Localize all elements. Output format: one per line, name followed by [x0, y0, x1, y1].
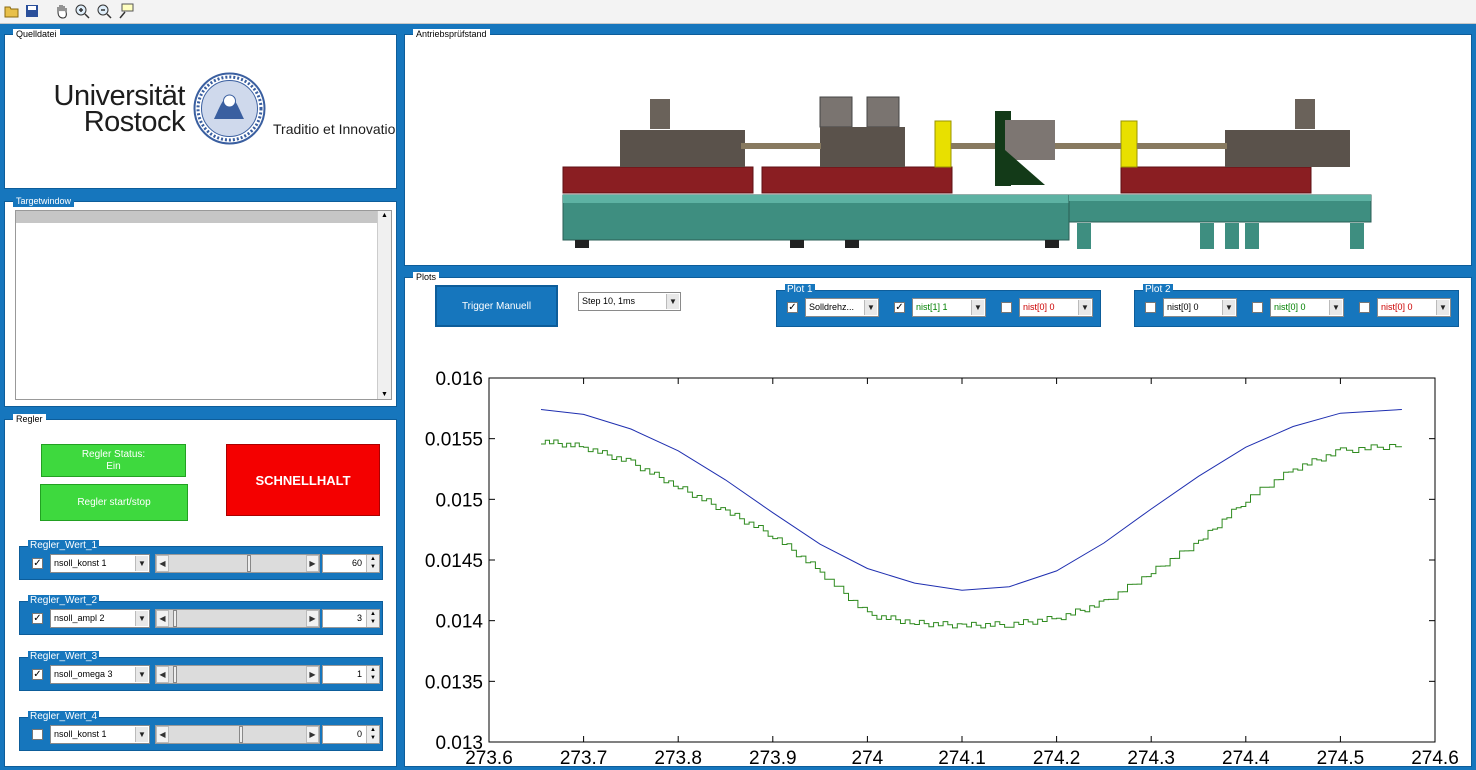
y-tick-label: 0.014 [435, 612, 483, 633]
y-tick-label: 0.013 [435, 733, 483, 754]
chevron-down-icon: ▼ [135, 556, 148, 571]
scroll-down-icon[interactable]: ▼ [381, 391, 388, 398]
open-folder-icon[interactable] [4, 3, 20, 19]
y-tick-label: 0.0155 [425, 430, 483, 451]
pan-hand-icon[interactable] [54, 3, 70, 19]
line-chart: 273.6 273.7 273.8 273.9 274 274.1 274.2 274.3 27… [425, 369, 1459, 768]
parameter-select[interactable]: nsoll_omega 3 ▼ [50, 665, 150, 684]
university-motto: Traditio et Innovatio [273, 121, 396, 137]
parameter-select[interactable]: nsoll_ampl 2 ▼ [50, 609, 150, 628]
regler-wert-group: Regler_Wert_3 ✓ nsoll_omega 3 ▼ ◀ ▶ 1 ▲ ▼ [19, 651, 383, 691]
slider-left-icon[interactable]: ◀ [156, 666, 169, 683]
data-cursor-icon[interactable] [118, 3, 134, 19]
targetwindow-panel: Targetwindow ▲ ▼ [4, 196, 397, 407]
x-tick-label: 274.5 [1317, 748, 1365, 768]
slider-left-icon[interactable]: ◀ [156, 555, 169, 572]
plots-panel: Plots Trigger Manuell Step 10, 1ms ▼ Plot… [404, 272, 1472, 768]
zoom-out-icon[interactable] [96, 3, 112, 19]
value-slider[interactable]: ◀ ▶ [155, 665, 320, 684]
value-slider[interactable]: ◀ ▶ [155, 725, 320, 744]
y-tick-label: 0.0135 [425, 672, 483, 693]
slider-left-icon[interactable]: ◀ [156, 726, 169, 743]
test-bench-drawing [562, 96, 1372, 249]
list-header [16, 211, 377, 223]
regler-wert-group: Regler_Wert_2 ✓ nsoll_ampl 2 ▼ ◀ ▶ 3 ▲ ▼ [19, 595, 383, 635]
schnellhalt-button[interactable]: SCHNELLHALT [226, 444, 380, 516]
y-tick-label: 0.015 [435, 490, 483, 511]
x-tick-label: 274.1 [938, 748, 986, 768]
zoom-in-icon[interactable] [74, 3, 90, 19]
chevron-down-icon: ▼ [135, 727, 148, 742]
parameter-select[interactable]: nsoll_konst 1 ▼ [50, 725, 150, 744]
y-tick-label: 0.0145 [425, 551, 483, 572]
slider-left-icon[interactable]: ◀ [156, 610, 169, 627]
x-tick-label: 274.2 [1033, 748, 1081, 768]
spinner-arrows-icon[interactable]: ▲ ▼ [366, 610, 379, 627]
scroll-up-icon[interactable]: ▲ [381, 212, 388, 219]
plot-area [488, 377, 1436, 743]
slider-thumb[interactable] [239, 726, 243, 743]
regler-status-indicator: Regler Status: Ein [41, 444, 186, 477]
value-slider[interactable]: ◀ ▶ [155, 554, 320, 573]
slider-right-icon[interactable]: ▶ [306, 555, 319, 572]
panel-title: Regler [13, 414, 46, 425]
parameter-select[interactable]: nsoll_konst 1 ▼ [50, 554, 150, 573]
regler-wert-group: Regler_Wert_4 nsoll_konst 1 ▼ ◀ ▶ 0 ▲ ▼ [19, 711, 383, 751]
x-tick-label: 274.4 [1222, 748, 1270, 768]
regler-start-stop-button[interactable]: Regler start/stop [40, 484, 188, 521]
quelldatei-panel: Quelldatei Universität Rostock Traditio … [4, 29, 397, 189]
vertical-scrollbar[interactable]: ▲ ▼ [377, 211, 391, 399]
slider-right-icon[interactable]: ▶ [306, 666, 319, 683]
y-tick-label: 0.016 [435, 369, 483, 390]
x-tick-label: 273.8 [654, 748, 702, 768]
panel-title: Targetwindow [13, 196, 75, 207]
enable-checkbox[interactable]: ✓ [32, 669, 43, 680]
spinner-arrows-icon[interactable]: ▲ ▼ [366, 726, 379, 743]
save-icon[interactable] [24, 3, 40, 19]
university-logo-text: Universität Rostock [53, 80, 186, 138]
regler-panel: Regler Regler Status: Ein Regler start/s… [4, 414, 397, 767]
x-tick-label: 273.7 [560, 748, 608, 768]
slider-right-icon[interactable]: ▶ [306, 726, 319, 743]
toolbar [0, 0, 1476, 24]
enable-checkbox[interactable] [32, 729, 43, 740]
slider-thumb[interactable] [247, 555, 251, 572]
value-spinner[interactable]: 0 ▲ ▼ [322, 725, 380, 744]
stand-panel: Antriebsprüfstand [404, 29, 1472, 266]
value-spinner[interactable]: 3 ▲ ▼ [322, 609, 380, 628]
group-title: Regler_Wert_3 [28, 651, 100, 663]
x-tick-label: 274.3 [1127, 748, 1175, 768]
slider-right-icon[interactable]: ▶ [306, 610, 319, 627]
spinner-arrows-icon[interactable]: ▲ ▼ [366, 555, 379, 572]
x-tick-label: 274.6 [1411, 748, 1459, 768]
group-title: Regler_Wert_1 [28, 540, 100, 552]
target-listbox[interactable]: ▲ ▼ [15, 210, 392, 400]
enable-checkbox[interactable]: ✓ [32, 613, 43, 624]
university-seal-icon [192, 71, 267, 146]
chevron-down-icon: ▼ [135, 667, 148, 682]
x-tick-label: 274 [852, 748, 884, 768]
slider-thumb[interactable] [173, 666, 177, 683]
enable-checkbox[interactable]: ✓ [32, 558, 43, 569]
chevron-down-icon: ▼ [135, 611, 148, 626]
group-title: Regler_Wert_4 [28, 711, 100, 723]
panel-title: Quelldatei [13, 29, 60, 40]
spinner-arrows-icon[interactable]: ▲ ▼ [366, 666, 379, 683]
group-title: Regler_Wert_2 [28, 595, 100, 607]
regler-wert-group: Regler_Wert_1 ✓ nsoll_konst 1 ▼ ◀ ▶ 60 ▲ ▼ [19, 540, 383, 580]
value-spinner[interactable]: 1 ▲ ▼ [322, 665, 380, 684]
slider-thumb[interactable] [173, 610, 177, 627]
x-tick-label: 273.9 [749, 748, 797, 768]
value-slider[interactable]: ◀ ▶ [155, 609, 320, 628]
value-spinner[interactable]: 60 ▲ ▼ [322, 554, 380, 573]
